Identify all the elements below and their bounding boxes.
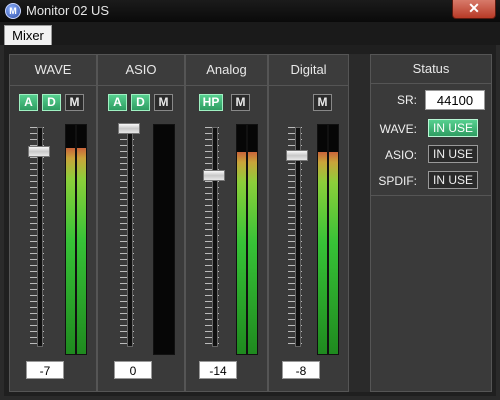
analog-level-meter-left-fill (237, 152, 246, 354)
asio-mute-button[interactable]: M (154, 94, 173, 111)
analog-headphone-button[interactable]: HP (199, 94, 223, 111)
app-logo-icon: M (5, 3, 21, 19)
status-separator (371, 195, 491, 196)
analog-level-meter-left (236, 124, 247, 355)
asio-fader-track[interactable] (127, 127, 133, 347)
status-spdif-badge: IN USE (428, 171, 478, 189)
asio-digital-button[interactable]: D (131, 94, 150, 111)
panel-divider (349, 54, 370, 392)
channel-wave-title: WAVE (10, 55, 96, 86)
title-bar: M Monitor 02 US ✕ (0, 0, 500, 22)
status-panel: Status SR: 44100 WAVE: IN USE ASIO: IN U… (370, 54, 492, 392)
sample-rate-value: 44100 (425, 90, 485, 110)
analog-level-meter-right (247, 124, 258, 355)
wave-digital-button[interactable]: D (42, 94, 61, 111)
wave-fader-track[interactable] (37, 127, 43, 347)
digital-level-meter-right (328, 124, 339, 355)
status-spdif-label: SPDIF: (378, 174, 417, 188)
mixer-window: M Monitor 02 US ✕ Mixer WAVE A D M -7 AS… (0, 0, 500, 400)
asio-fader-thumb[interactable] (118, 123, 140, 134)
status-wave-badge: IN USE (428, 119, 478, 137)
sample-rate-label: SR: (396, 93, 417, 107)
digital-fader-thumb[interactable] (286, 150, 308, 161)
analog-level-meter-right-fill (248, 152, 257, 354)
asio-value-field[interactable]: 0 (114, 361, 152, 379)
digital-level-meter-left (317, 124, 328, 355)
tab-bar: Mixer (0, 22, 500, 46)
wave-mute-button[interactable]: M (65, 94, 84, 111)
status-asio-label: ASIO: (384, 148, 417, 162)
status-title: Status (371, 55, 491, 84)
window-title: Monitor 02 US (26, 3, 110, 18)
digital-level-meter-left-fill (318, 152, 327, 354)
wave-value-field[interactable]: -7 (26, 361, 64, 379)
close-button[interactable]: ✕ (452, 0, 496, 19)
wave-analog-button[interactable]: A (19, 94, 38, 111)
digital-mute-button[interactable]: M (313, 94, 332, 111)
wave-level-meter-left (65, 124, 76, 355)
channel-asio-title: ASIO (98, 55, 184, 86)
channel-analog-title: Analog (186, 55, 267, 86)
wave-level-meter-right-fill (77, 147, 86, 354)
digital-level-meter-right-fill (329, 152, 338, 354)
digital-value-field[interactable]: -8 (282, 361, 320, 379)
wave-level-meter-left-fill (66, 147, 75, 354)
status-asio-badge: IN USE (428, 145, 478, 163)
analog-value-field[interactable]: -14 (199, 361, 237, 379)
analog-mute-button[interactable]: M (231, 94, 250, 111)
asio-level-meter (153, 124, 175, 355)
tab-mixer[interactable]: Mixer (4, 25, 52, 46)
channel-digital-title: Digital (269, 55, 348, 86)
asio-analog-button[interactable]: A (108, 94, 127, 111)
wave-level-meter-right (76, 124, 87, 355)
analog-fader-thumb[interactable] (203, 170, 225, 181)
analog-fader-track[interactable] (212, 127, 218, 347)
status-wave-label: WAVE: (379, 122, 417, 136)
wave-fader-thumb[interactable] (28, 146, 50, 157)
